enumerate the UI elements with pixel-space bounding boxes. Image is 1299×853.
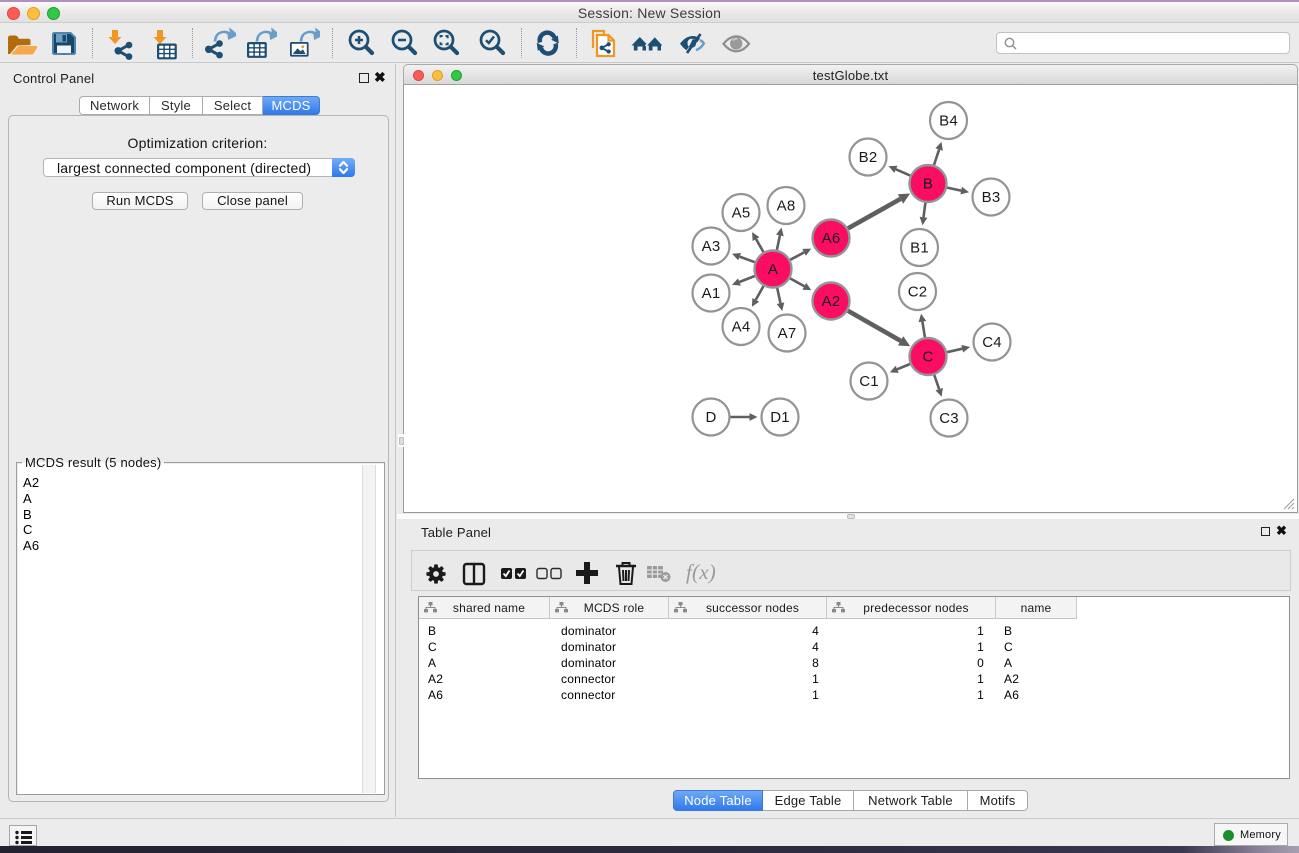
svg-text:B2: B2 [859,149,878,166]
svg-text:A3: A3 [702,238,721,255]
svg-text:A4: A4 [732,319,751,336]
svg-text:C3: C3 [939,410,959,427]
svg-text:C: C [922,349,933,366]
svg-text:D1: D1 [770,409,790,426]
svg-text:A7: A7 [778,325,797,342]
svg-text:B1: B1 [910,240,929,257]
svg-text:A5: A5 [732,205,751,222]
svg-text:A6: A6 [822,230,841,247]
svg-text:A1: A1 [702,285,721,302]
svg-text:B4: B4 [939,113,958,130]
svg-text:A: A [768,261,778,278]
svg-text:C1: C1 [859,373,879,390]
svg-text:C2: C2 [908,284,928,301]
svg-text:B3: B3 [982,189,1001,206]
svg-text:C4: C4 [982,334,1002,351]
svg-text:D: D [705,409,716,426]
svg-text:A2: A2 [822,293,841,310]
svg-text:A8: A8 [777,198,796,215]
svg-text:B: B [923,176,933,193]
